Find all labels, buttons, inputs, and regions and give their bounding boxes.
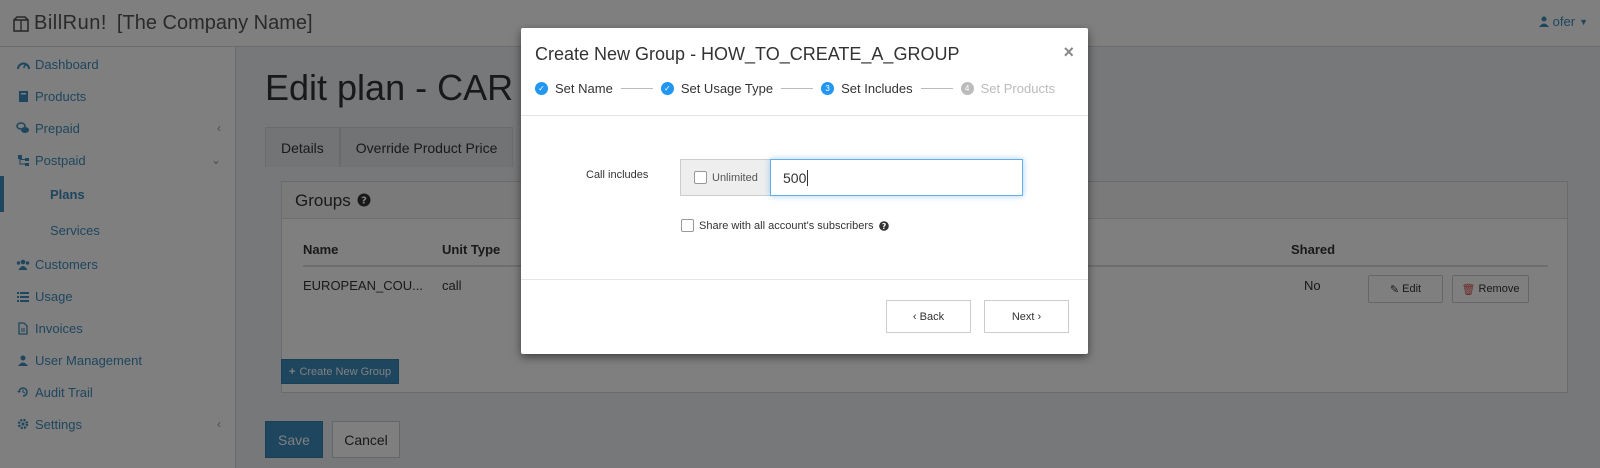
next-button[interactable]: Next › [984, 300, 1069, 333]
step-set-usage-type: ✓ Set Usage Type [660, 81, 774, 96]
step-set-includes: 3 Set Includes [821, 81, 913, 96]
step-label: Set Usage Type [680, 81, 774, 96]
create-group-modal: Create New Group - HOW_TO_CREATE_A_GROUP… [521, 28, 1088, 354]
unlimited-label: Unlimited [712, 171, 758, 184]
step-number: 3 [821, 82, 835, 95]
step-connector [781, 88, 814, 89]
share-row: Share with all account's subscribers ? [681, 219, 889, 232]
text-cursor [807, 169, 809, 186]
unlimited-checkbox[interactable] [694, 171, 707, 184]
step-label: Set Includes [841, 81, 913, 96]
modal-header-divider [521, 115, 1088, 116]
modal-title: Create New Group - HOW_TO_CREATE_A_GROUP [535, 44, 960, 64]
modal-footer-divider [521, 279, 1088, 280]
step-connector [620, 88, 653, 89]
close-icon[interactable]: × [1063, 42, 1074, 63]
svg-text:?: ? [881, 222, 885, 231]
step-set-name: ✓ Set Name [535, 81, 613, 96]
wizard-steps: ✓ Set Name ✓ Set Usage Type 3 Set Includ… [535, 81, 1055, 96]
call-includes-value: 500 [783, 169, 807, 186]
check-icon: ✓ [535, 82, 548, 95]
step-set-products: 4 Set Products [960, 81, 1056, 96]
step-label: Set Name [555, 81, 613, 96]
share-label: Share with all account's subscribers [699, 219, 874, 232]
call-includes-input[interactable]: 500 [770, 159, 1023, 196]
question-circle-icon[interactable]: ? [878, 220, 889, 231]
step-connector [920, 88, 953, 89]
back-button[interactable]: ‹ Back [886, 300, 971, 333]
unlimited-addon: Unlimited [680, 159, 770, 196]
step-number: 4 [960, 82, 974, 95]
check-icon: ✓ [660, 82, 674, 95]
step-label: Set Products [980, 81, 1056, 96]
call-includes-label: Call includes [586, 169, 649, 181]
share-checkbox[interactable] [681, 219, 694, 232]
